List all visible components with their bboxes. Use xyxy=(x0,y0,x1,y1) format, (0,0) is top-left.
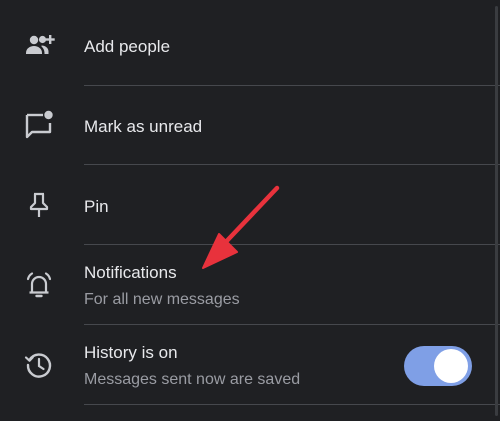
menu-item-notifications[interactable]: Notifications For all new messages xyxy=(0,245,500,325)
menu-item-sublabel: For all new messages xyxy=(84,291,240,308)
pin-icon xyxy=(22,188,56,222)
menu-item-label: Mark as unread xyxy=(84,117,203,136)
menu-item-label: Pin xyxy=(84,197,109,216)
add-people-icon xyxy=(22,29,56,63)
menu-item-label: Notifications xyxy=(84,263,177,282)
history-toggle[interactable] xyxy=(404,346,472,386)
menu-item-mark-unread[interactable]: Mark as unread xyxy=(0,86,500,166)
menu-item-add-people[interactable]: Add people xyxy=(0,6,500,86)
menu-item-label: Add people xyxy=(84,37,171,56)
mark-unread-icon xyxy=(22,108,56,142)
menu-item-sublabel: Messages sent now are saved xyxy=(84,371,301,388)
scrollbar[interactable] xyxy=(495,6,498,416)
bell-icon xyxy=(22,268,56,302)
history-icon xyxy=(22,348,56,382)
menu-item-label: History is on xyxy=(84,343,178,362)
divider xyxy=(84,404,500,405)
toggle-knob xyxy=(434,349,468,383)
menu-item-pin[interactable]: Pin xyxy=(0,165,500,245)
chat-options-menu: Add people Mark as unread Pin Notificati… xyxy=(0,0,500,421)
